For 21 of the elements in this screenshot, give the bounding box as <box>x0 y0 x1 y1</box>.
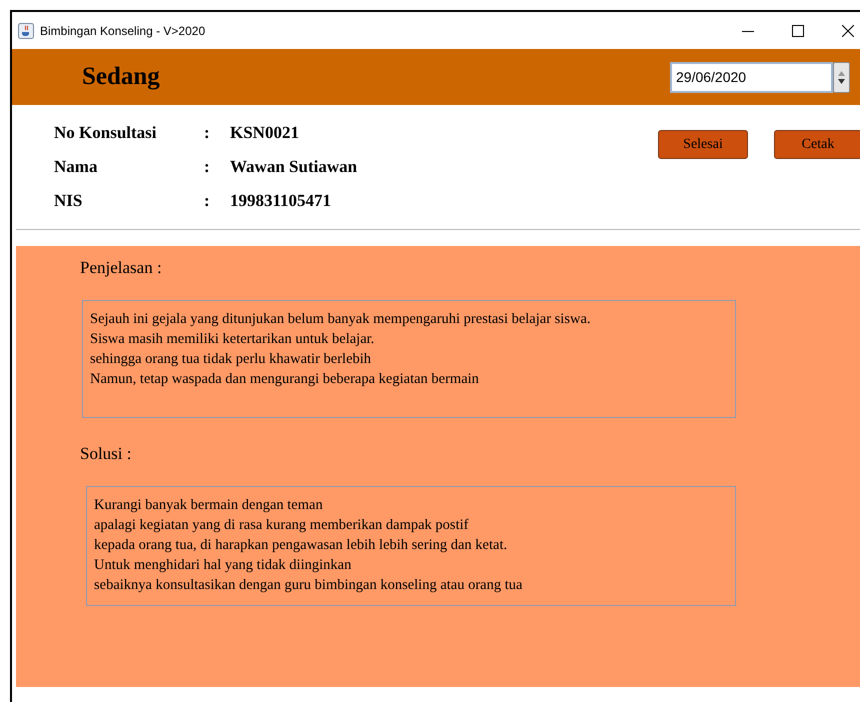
section-label: Penjelasan : <box>80 257 163 279</box>
level-title: Sedang <box>82 62 160 92</box>
text-area[interactable]: Kurangi banyak bermain dengan teman apalagi kegiatan yang di rasa kurang memberikan dampak postif kepada orang tua, di harapkan pengawasan lebih lebih sering dan ketat. Untuk menghidari hal yang tidak diinginkan sebaiknya konsultasikan dengan guru bimbingan konseling atau orang tua <box>86 486 736 606</box>
section-label: Solusi : <box>80 443 132 465</box>
separator: : <box>204 122 211 144</box>
field-label: NIS <box>54 190 84 212</box>
separator: : <box>204 156 211 178</box>
close-icon[interactable] <box>842 24 854 36</box>
field-label: No Konsultasi <box>54 122 158 144</box>
text-area[interactable]: Sejauh ini gejala yang ditunjukan belum banyak mempengaruhi prestasi belajar siswa. Siswa masih memiliki ketertarikan untuk belajar. sehingga orang tua tidak perlu khawatir berlebih Namun, tetap waspada dan mengurangi beberapa kegiatan bermain <box>82 300 736 418</box>
field-value: 199831105471 <box>230 190 332 212</box>
field-value: Wawan Sutiawan <box>230 156 358 178</box>
field-value: KSN0021 <box>230 122 299 144</box>
field-label: Nama <box>54 156 98 178</box>
maximize-icon[interactable] <box>792 24 804 36</box>
separator: : <box>204 190 211 212</box>
down-arrow-icon[interactable] <box>838 78 845 84</box>
action-button[interactable]: Selesai <box>658 130 748 159</box>
action-button[interactable]: Cetak <box>774 130 860 159</box>
java-cup-icon <box>18 22 34 38</box>
window-title: Bimbingan Konseling - V>2020 <box>40 22 206 40</box>
